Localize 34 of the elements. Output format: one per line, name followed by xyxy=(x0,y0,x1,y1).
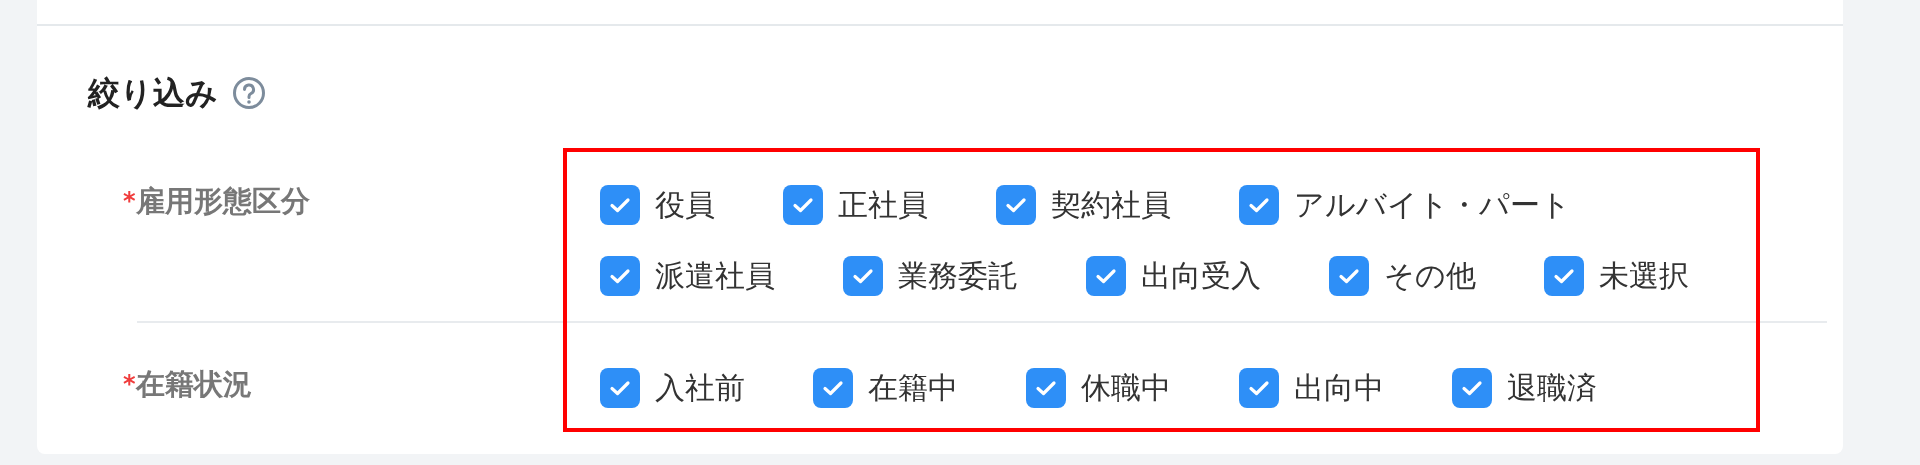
required-asterisk: * xyxy=(123,187,136,217)
checkbox[interactable] xyxy=(843,256,883,296)
checkbox[interactable] xyxy=(1239,368,1279,408)
option-label: 正社員 xyxy=(838,187,928,223)
option-label: 休職中 xyxy=(1081,370,1171,406)
checkbox[interactable] xyxy=(1026,368,1066,408)
help-icon[interactable] xyxy=(232,76,266,110)
option-label: 契約社員 xyxy=(1051,187,1171,223)
field-label: 在籍状況 xyxy=(135,368,252,400)
checkbox[interactable] xyxy=(783,185,823,225)
checkbox[interactable] xyxy=(1086,256,1126,296)
option-label: 派遣社員 xyxy=(655,258,775,294)
checkbox[interactable] xyxy=(996,185,1036,225)
checkbox[interactable] xyxy=(600,368,640,408)
checkbox[interactable] xyxy=(1544,256,1584,296)
section-title: 絞り込み xyxy=(88,75,218,111)
option-label: 入社前 xyxy=(655,370,745,406)
option-label: 業務委託 xyxy=(898,258,1018,294)
checkbox[interactable] xyxy=(1239,185,1279,225)
checkbox[interactable] xyxy=(1452,368,1492,408)
option-label: アルバイト・パート xyxy=(1294,187,1571,223)
field-label: 雇用形態区分 xyxy=(135,185,310,217)
checkbox[interactable] xyxy=(1329,256,1369,296)
option-label: 未選択 xyxy=(1599,258,1689,294)
checkbox[interactable] xyxy=(600,256,640,296)
option-label: 退職済 xyxy=(1507,370,1597,406)
option-label: その他 xyxy=(1384,258,1476,294)
checkbox[interactable] xyxy=(813,368,853,408)
option-label: 在籍中 xyxy=(868,370,958,406)
checkbox[interactable] xyxy=(600,185,640,225)
option-label: 出向受入 xyxy=(1141,258,1261,294)
required-asterisk: * xyxy=(123,369,136,400)
option-label: 出向中 xyxy=(1294,370,1384,406)
option-label: 役員 xyxy=(655,187,715,223)
